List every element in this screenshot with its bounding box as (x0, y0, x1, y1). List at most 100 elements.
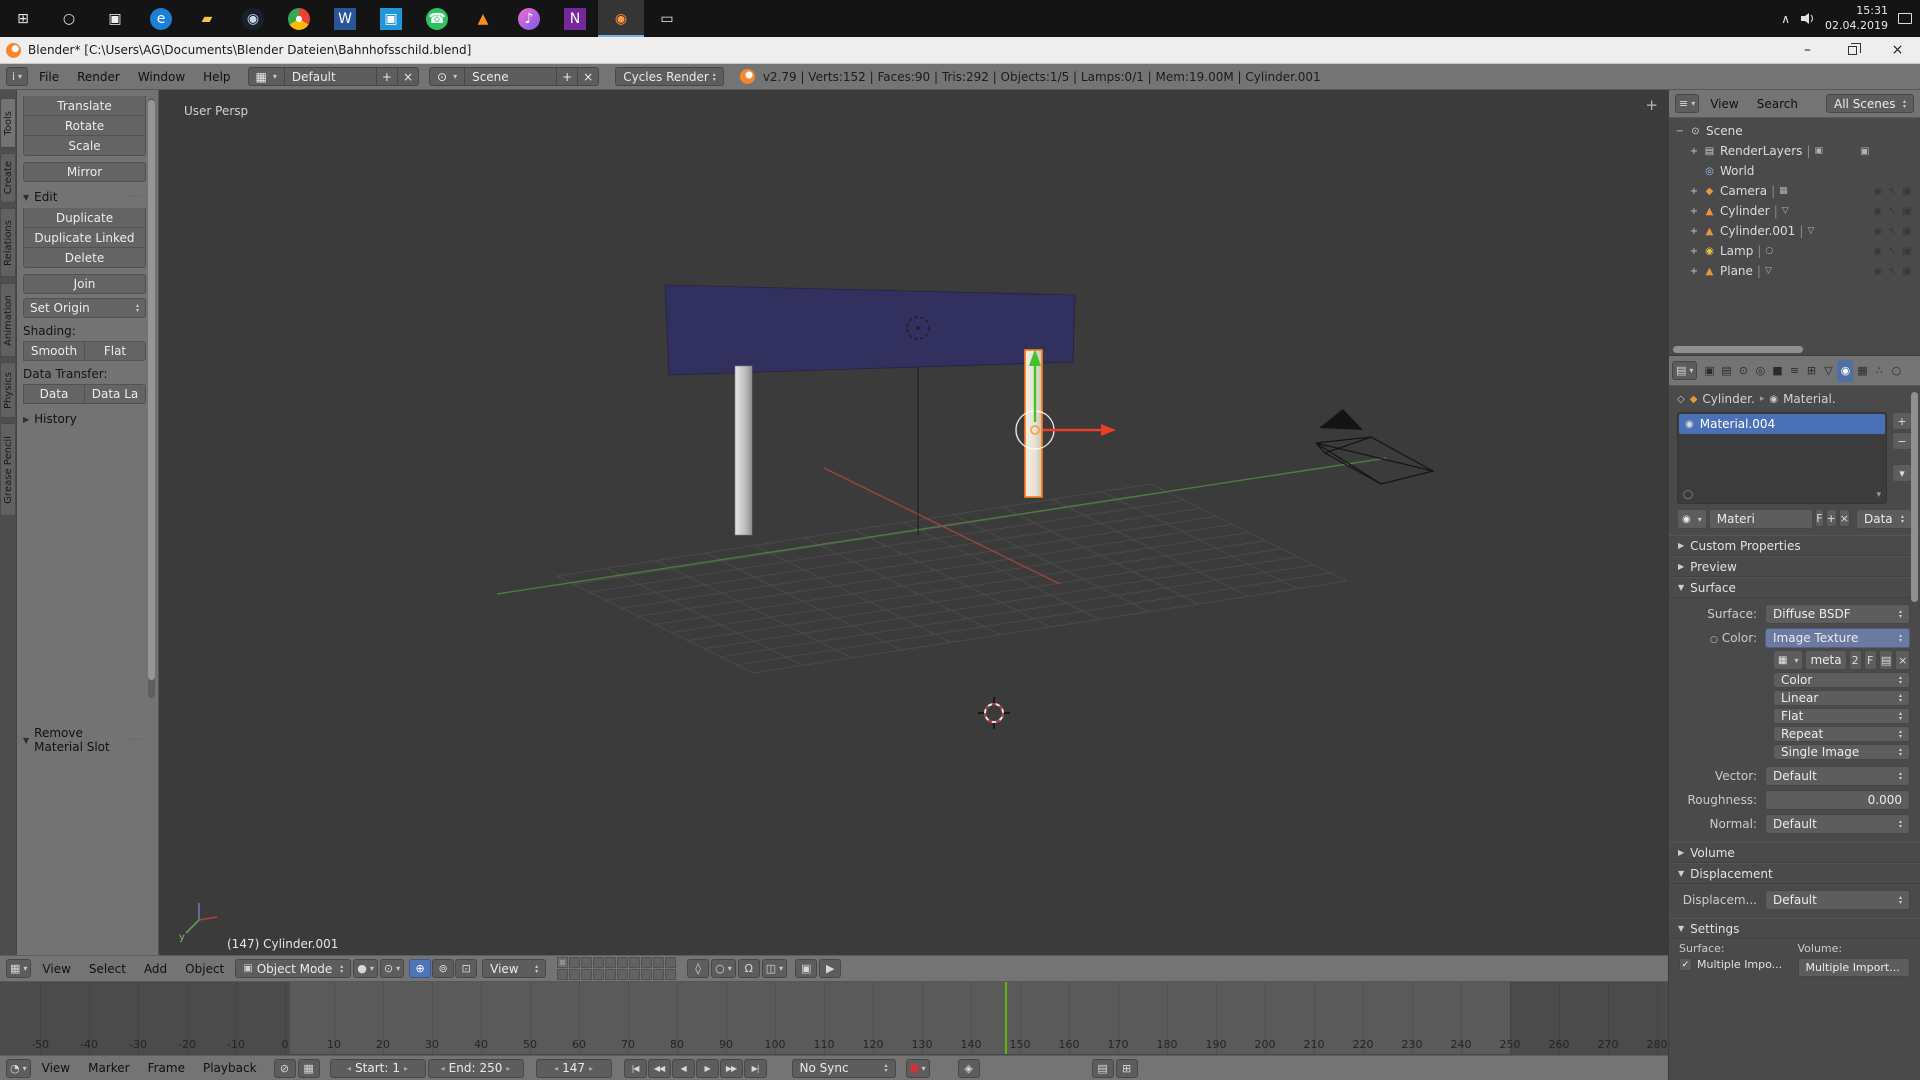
edit-button[interactable]: Duplicate Linked (23, 228, 146, 248)
outliner-row[interactable]: + ◉ Lamp ○ ◉ ↖ ▣ (1669, 241, 1920, 261)
store-icon[interactable]: ▣ (92, 0, 138, 37)
timeline-scrub-area[interactable]: -50-40-30-20-100102030405060708090100110… (0, 982, 1668, 1055)
chrome-icon[interactable]: ● (276, 0, 322, 37)
breadcrumb-object[interactable]: Cylinder. (1702, 392, 1754, 406)
eye-icon[interactable]: ◉ (1873, 206, 1882, 217)
start-frame-field[interactable]: ◂ Start: 1 ▸ (330, 1059, 426, 1078)
rotate-manipulator-icon[interactable]: ⊚ (432, 959, 454, 978)
unlink-material-button[interactable]: × (1839, 509, 1850, 527)
search-icon[interactable]: ○ (46, 0, 92, 37)
decrement-icon[interactable]: ◂ (441, 1064, 445, 1073)
right-pole-selected[interactable] (1025, 350, 1042, 497)
open-image-button[interactable]: ▤ (1879, 650, 1894, 670)
expander-icon[interactable]: + (1689, 206, 1699, 217)
keyframe-insert-icon[interactable]: ▤ (1092, 1059, 1114, 1078)
color-input-dropdown[interactable]: Image Texture (1765, 628, 1910, 648)
layout-browse-icon[interactable]: ▦ (248, 67, 285, 86)
jump-to-start-button[interactable]: |◀ (624, 1059, 647, 1078)
steam-icon[interactable]: ◉ (230, 0, 276, 37)
menu-item[interactable]: Playback (194, 1061, 266, 1075)
object-name[interactable]: RenderLayers (1720, 144, 1802, 158)
selectability-icon[interactable]: ↖ (1888, 206, 1896, 217)
scene-browse-icon[interactable]: ⊙ (429, 67, 465, 86)
texture-option-dropdown[interactable]: Flat (1773, 708, 1910, 724)
editor-type-button[interactable]: ▦ (6, 959, 31, 978)
layer-cell[interactable] (557, 957, 568, 968)
selectability-icon[interactable]: ↖ (1888, 246, 1896, 257)
menu-item[interactable]: View (1701, 97, 1747, 111)
visibility-toggles[interactable]: ◉ ↖ ▣ (1873, 226, 1920, 237)
unlink-image-button[interactable]: × (1895, 650, 1910, 670)
add-material-slot-button[interactable]: + (1892, 412, 1912, 430)
current-frame-marker[interactable] (1005, 982, 1007, 1054)
toolshelf-tab[interactable]: Relations (0, 208, 16, 277)
onenote-icon[interactable]: N (552, 0, 598, 37)
edge-icon[interactable]: e (138, 0, 184, 37)
layer-cell[interactable] (593, 969, 604, 980)
outliner-row[interactable]: + ▲ Cylinder.001 ▽ ◉ ↖ ▣ (1669, 221, 1920, 241)
selectability-icon[interactable]: ↖ (1888, 186, 1896, 197)
layer-cell[interactable] (557, 969, 568, 980)
layer-cell[interactable] (641, 957, 652, 968)
slot-specials-icon[interactable]: ▾ (1876, 490, 1881, 500)
set-origin-dropdown[interactable]: Set Origin (23, 298, 146, 318)
outliner-row[interactable]: ◎ World ◉ ↖ ▣ (1669, 161, 1920, 181)
play-button[interactable]: ▶ (696, 1059, 719, 1078)
menu-item[interactable]: View (33, 1061, 79, 1075)
render-toggle-icon[interactable]: ▣ (1903, 266, 1912, 277)
tab-scene[interactable]: ⊙ (1735, 360, 1751, 382)
tab-object[interactable]: ■ (1769, 360, 1785, 382)
play-reverse-button[interactable]: ◀ (672, 1059, 695, 1078)
roughness-slider[interactable]: 0.000 (1765, 790, 1910, 810)
selectability-icon[interactable]: ↖ (1888, 266, 1896, 277)
tray-chevron-icon[interactable]: ∧ (1781, 12, 1790, 26)
image-name-field[interactable]: meta (1805, 650, 1846, 670)
data-transfer-button[interactable]: Data La (85, 384, 146, 404)
outliner-row[interactable]: + ▲ Plane ▽ ◉ ↖ ▣ (1669, 261, 1920, 281)
jump-prev-keyframe-button[interactable]: ◀◀ (648, 1059, 671, 1078)
editor-type-button[interactable]: ◔ (6, 1059, 31, 1078)
redo-panel-header[interactable]: ▼ Remove Material Slot ····· (23, 726, 146, 754)
toolshelf-tab[interactable]: Grease Pencil (0, 423, 16, 516)
join-button[interactable]: Join (23, 274, 146, 294)
layers-widget[interactable] (557, 957, 676, 980)
mode-dropdown[interactable]: ▣ Object Mode (235, 959, 351, 978)
transform-button[interactable]: Rotate (23, 116, 146, 136)
layer-cell[interactable] (569, 969, 580, 980)
object-name[interactable]: Cylinder.001 (1720, 224, 1795, 238)
browse-image-button[interactable]: ▦ (1773, 650, 1803, 670)
outliner-scrollbar[interactable] (1673, 346, 1803, 353)
layer-cell[interactable] (665, 957, 676, 968)
menu-item[interactable]: Render (68, 70, 129, 84)
scene-name[interactable]: Scene (465, 67, 557, 86)
editor-type-button[interactable]: ≡ (1675, 94, 1699, 113)
opengl-render-anim-icon[interactable]: ▶ (819, 959, 841, 978)
selectability-icon[interactable]: ↖ (1888, 226, 1896, 237)
render-toggle-icon[interactable]: ▣ (1903, 186, 1912, 197)
toolshelf-scrollbar-thumb[interactable] (148, 100, 155, 680)
menu-item[interactable]: Add (135, 962, 176, 976)
visibility-toggles[interactable]: ◉ ↖ ▣ (1873, 186, 1920, 197)
expander-icon[interactable]: + (1689, 226, 1699, 237)
surface-panel-header[interactable]: ▼Surface (1669, 577, 1920, 598)
layer-cell[interactable] (617, 957, 628, 968)
pin-icon[interactable]: ◇ (1677, 394, 1685, 405)
scale-manipulator-icon[interactable]: ⊡ (455, 959, 477, 978)
image-fake-user-button[interactable]: F (1864, 650, 1877, 670)
left-pole[interactable] (735, 366, 752, 535)
blender-icon[interactable]: ◉ (598, 0, 644, 37)
keyframe-delete-icon[interactable]: ⊞ (1116, 1059, 1138, 1078)
edit-button[interactable]: Delete (23, 248, 146, 268)
tab-render[interactable]: ▣ (1701, 360, 1717, 382)
layer-cell[interactable] (653, 969, 664, 980)
restore-button[interactable] (1830, 37, 1875, 63)
material-slot-list[interactable]: ◉ Material.004 ◯ ▾ (1677, 412, 1887, 504)
end-frame-field[interactable]: ◂ End: 250 ▸ (428, 1059, 524, 1078)
layer-cell[interactable] (593, 957, 604, 968)
render-toggle-icon[interactable]: ▣ (1903, 226, 1912, 237)
toolshelf-tab[interactable]: Create (0, 153, 16, 203)
snap-magnet-icon[interactable]: Ω (738, 959, 760, 978)
eye-icon[interactable]: ◉ (1873, 246, 1882, 257)
word-icon[interactable]: W (322, 0, 368, 37)
preview-panel-header[interactable]: ▶Preview (1669, 556, 1920, 577)
